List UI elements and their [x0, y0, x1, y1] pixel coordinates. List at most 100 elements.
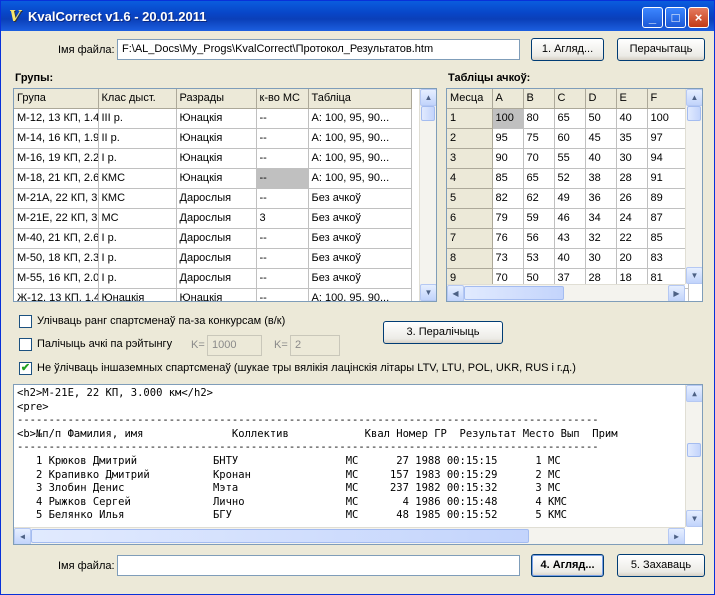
k2-field[interactable]: 2	[290, 335, 340, 356]
table-cell[interactable]: Без ачкоў	[308, 188, 412, 209]
title-bar[interactable]: V KvalCorrect v1.6 - 20.01.2011 _ □ ×	[1, 1, 714, 31]
save-button[interactable]: 5. Захаваць	[617, 554, 705, 577]
points-column-header[interactable]: D	[585, 89, 617, 109]
points-column-header[interactable]: B	[523, 89, 555, 109]
browse-input-button[interactable]: 1. Агляд...	[531, 38, 604, 61]
table-cell[interactable]: Без ачкоў	[308, 208, 412, 229]
preview-vscroll[interactable]: ▲ ▼	[685, 385, 702, 527]
table-cell[interactable]: Юнацкія	[176, 148, 257, 169]
table-cell[interactable]: 89	[647, 188, 689, 209]
scroll-thumb[interactable]	[464, 286, 564, 300]
table-row[interactable]: М-12, 13 КП, 1.4 III р. Юнацкія -- A: 100, 9…	[14, 108, 412, 129]
table-row[interactable]: М-18, 21 КП, 2.6 КМС Юнацкія -- A: 100, 95, …	[14, 168, 412, 189]
table-cell[interactable]: 73	[492, 248, 524, 269]
table-cell[interactable]: Без ачкоў	[308, 248, 412, 269]
groups-column-header[interactable]: Разрады	[176, 89, 257, 109]
scroll-thumb[interactable]	[687, 443, 701, 457]
scroll-thumb[interactable]	[421, 106, 435, 121]
table-row[interactable]: М-14, 16 КП, 1.9 II р. Юнацкія -- A: 100, 95…	[14, 128, 412, 149]
table-cell[interactable]: 20	[616, 248, 648, 269]
scroll-left-icon[interactable]: ◀	[447, 285, 464, 301]
output-file-field[interactable]	[117, 555, 520, 576]
input-file-field[interactable]: F:\AL_Docs\My_Progs\KvalCorrect\Протокол…	[117, 39, 520, 60]
points-column-header[interactable]: F	[647, 89, 689, 109]
table-row[interactable]: М-21А, 22 КП, 3 КМС Дарослыя -- Без ачкоў	[14, 188, 412, 209]
table-cell[interactable]: --	[256, 288, 309, 301]
table-cell[interactable]: КМС	[98, 188, 177, 209]
points-column-header[interactable]: A	[492, 89, 524, 109]
table-row[interactable]: М-50, 18 КП, 2.3 I р. Дарослыя -- Без ачкоў	[14, 248, 412, 269]
preview-memo[interactable]: <h2>М-21Е, 22 КП, 3.000 км</h2> <pre> --…	[13, 384, 703, 545]
scroll-down-icon[interactable]: ▼	[686, 267, 702, 284]
table-row[interactable]: Ж-12, 13 КП, 1.4 Юнацкія Юнацкія -- A: 100, …	[14, 288, 412, 301]
table-row[interactable]: М-16, 19 КП, 2.2 I р. Юнацкія -- A: 100, 95,…	[14, 148, 412, 169]
table-cell[interactable]: 34	[585, 208, 617, 229]
recalculate-button[interactable]: 3. Пералічыць	[383, 321, 503, 344]
table-cell[interactable]: Юнацкія	[176, 288, 257, 301]
table-row[interactable]: 6 79 59 46 34 24 87	[447, 208, 689, 229]
scroll-thumb[interactable]	[687, 106, 701, 121]
table-cell[interactable]: Дарослыя	[176, 208, 257, 229]
table-row[interactable]: 2 95 75 60 45 35 97	[447, 128, 689, 149]
browse-output-button[interactable]: 4. Агляд...	[531, 554, 604, 577]
table-cell[interactable]: --	[256, 128, 309, 149]
table-cell[interactable]: 94	[647, 148, 689, 169]
points-column-header[interactable]: Месца	[447, 89, 493, 109]
table-cell[interactable]: --	[256, 168, 309, 189]
scroll-up-icon[interactable]: ▲	[686, 89, 702, 106]
table-cell[interactable]: 35	[616, 128, 648, 149]
points-column-header[interactable]: E	[616, 89, 648, 109]
table-cell[interactable]: 38	[585, 168, 617, 189]
table-cell[interactable]: 100	[492, 108, 524, 129]
table-row[interactable]: М-40, 21 КП, 2.6 I р. Дарослыя -- Без ачкоў	[14, 228, 412, 249]
groups-column-header[interactable]: к-во МС	[256, 89, 309, 109]
minimize-icon[interactable]: _	[642, 7, 663, 28]
table-cell[interactable]: 40	[616, 108, 648, 129]
table-cell[interactable]: М-12, 13 КП, 1.4	[14, 108, 99, 129]
groups-grid[interactable]: Група Клас дыст. Разрады к-во МС Табліца М-1…	[13, 88, 437, 302]
table-cell[interactable]: --	[256, 268, 309, 289]
table-cell[interactable]: 22	[616, 228, 648, 249]
table-cell[interactable]: М-55, 16 КП, 2.0	[14, 268, 99, 289]
table-cell[interactable]: I р.	[98, 268, 177, 289]
table-cell[interactable]: 40	[585, 148, 617, 169]
table-cell[interactable]: A: 100, 95, 90...	[308, 108, 412, 129]
table-cell[interactable]: 53	[523, 248, 555, 269]
table-cell[interactable]: МС	[98, 208, 177, 229]
scroll-right-icon[interactable]: ▶	[668, 528, 685, 544]
table-cell[interactable]: 60	[554, 128, 586, 149]
table-cell[interactable]: 52	[554, 168, 586, 189]
table-cell[interactable]: 26	[616, 188, 648, 209]
table-cell[interactable]: 76	[492, 228, 524, 249]
table-cell[interactable]: Дарослыя	[176, 268, 257, 289]
table-cell[interactable]: 59	[523, 208, 555, 229]
k1-field[interactable]: 1000	[207, 335, 262, 356]
table-cell[interactable]: 65	[554, 108, 586, 129]
table-cell[interactable]: 55	[554, 148, 586, 169]
preview-text[interactable]: <h2>М-21Е, 22 КП, 3.000 км</h2> <pre> --…	[14, 385, 702, 525]
table-cell[interactable]: II р.	[98, 128, 177, 149]
ignore-foreign-checkbox[interactable]: ✔	[19, 362, 32, 375]
table-cell[interactable]: 40	[554, 248, 586, 269]
table-cell[interactable]: --	[256, 148, 309, 169]
scroll-down-icon[interactable]: ▼	[420, 284, 436, 301]
table-cell[interactable]: I р.	[98, 228, 177, 249]
table-cell[interactable]: 56	[523, 228, 555, 249]
reread-button[interactable]: Перачытаць	[617, 38, 705, 61]
preview-hscroll[interactable]: ◀ ▶	[14, 527, 685, 544]
points-hscroll[interactable]: ◀ ▶	[447, 284, 685, 301]
table-cell[interactable]: Дарослыя	[176, 228, 257, 249]
table-cell[interactable]: 95	[492, 128, 524, 149]
table-cell[interactable]: 62	[523, 188, 555, 209]
table-cell[interactable]: I р.	[98, 148, 177, 169]
table-cell[interactable]: I р.	[98, 248, 177, 269]
table-cell[interactable]: 97	[647, 128, 689, 149]
table-cell[interactable]: 43	[554, 228, 586, 249]
table-cell[interactable]: 28	[616, 168, 648, 189]
table-cell[interactable]: 65	[523, 168, 555, 189]
table-cell[interactable]: М-18, 21 КП, 2.6	[14, 168, 99, 189]
rank-checkbox[interactable]	[19, 315, 32, 328]
table-row[interactable]: 3 90 70 55 40 30 94	[447, 148, 689, 169]
scroll-right-icon[interactable]: ▶	[668, 285, 685, 301]
scroll-up-icon[interactable]: ▲	[686, 385, 702, 402]
